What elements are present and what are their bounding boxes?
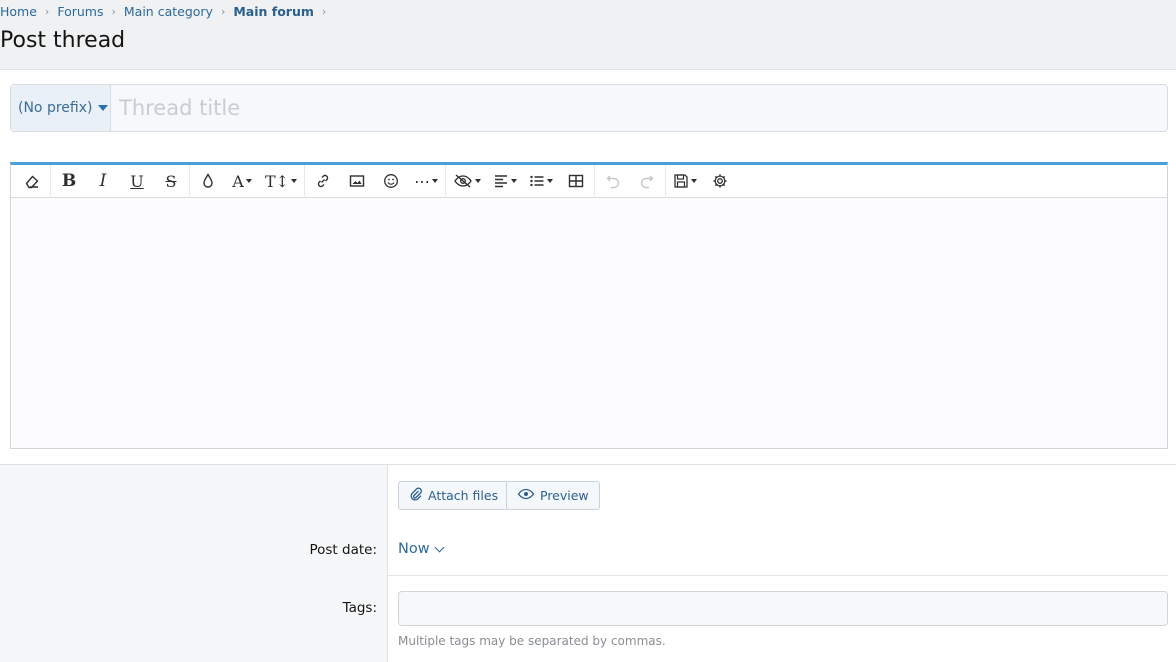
image-icon[interactable]: [343, 168, 371, 194]
droplet-icon[interactable]: [194, 168, 222, 194]
undo-icon[interactable]: [599, 168, 627, 194]
toolbar-divider: [50, 164, 51, 198]
row-divider: [388, 575, 1168, 576]
caret-down-icon: [98, 105, 109, 111]
font-family-icon[interactable]: A: [228, 168, 256, 194]
tags-label: Tags:: [342, 600, 377, 616]
breadcrumb-main-forum[interactable]: Main forum: [233, 4, 314, 19]
tags-input[interactable]: [398, 591, 1168, 626]
paperclip-icon: [409, 487, 423, 505]
post-date-value: Now: [398, 541, 430, 557]
eraser-icon[interactable]: [18, 168, 46, 194]
list-icon[interactable]: [526, 168, 556, 194]
save-icon[interactable]: [670, 168, 700, 194]
ellipsis-icon[interactable]: ⋯: [411, 168, 441, 194]
form-label-column: [0, 465, 388, 662]
toolbar-divider: [665, 164, 667, 198]
editor-content-area[interactable]: [11, 198, 1167, 448]
chevron-down-icon: [434, 542, 445, 552]
gear-icon[interactable]: [706, 168, 734, 194]
thread-title-row: (No prefix): [10, 84, 1168, 132]
bold-icon[interactable]: B: [55, 168, 83, 194]
align-left-icon[interactable]: [490, 168, 520, 194]
strikethrough-icon[interactable]: S: [157, 168, 185, 194]
preview-button[interactable]: Preview: [506, 481, 600, 510]
italic-icon[interactable]: I: [89, 168, 117, 194]
eye-slash-icon[interactable]: [450, 168, 484, 194]
breadcrumb: Home › Forums › Main category › Main for…: [0, 2, 334, 20]
toolbar-divider: [445, 164, 447, 198]
page-title: Post thread: [0, 28, 126, 53]
table-icon[interactable]: [562, 168, 590, 194]
preview-label: Preview: [540, 488, 589, 503]
underline-icon[interactable]: U: [123, 168, 151, 194]
chevron-right-icon: ›: [111, 4, 116, 18]
redo-icon[interactable]: [633, 168, 661, 194]
toolbar-divider: [304, 164, 306, 198]
attach-files-label: Attach files: [428, 488, 499, 503]
post-date-label: Post date:: [309, 542, 377, 558]
breadcrumb-forums[interactable]: Forums: [57, 4, 103, 19]
prefix-label: (No prefix): [18, 100, 93, 116]
tags-hint: Multiple tags may be separated by commas…: [398, 634, 666, 648]
rich-text-editor: B I U S A T↕ ⋯: [10, 162, 1168, 449]
eye-icon: [517, 487, 535, 505]
prefix-dropdown[interactable]: (No prefix): [11, 85, 111, 131]
link-icon[interactable]: [309, 168, 337, 194]
chevron-right-icon: ›: [321, 4, 327, 18]
thread-title-input[interactable]: [111, 85, 1167, 131]
font-size-icon[interactable]: T↕: [262, 168, 300, 194]
attach-files-button[interactable]: Attach files: [398, 481, 510, 510]
editor-toolbar: B I U S A T↕ ⋯: [11, 164, 1167, 198]
smiley-icon[interactable]: [377, 168, 405, 194]
toolbar-divider: [594, 164, 596, 198]
breadcrumb-home[interactable]: Home: [0, 4, 37, 19]
breadcrumb-main-category[interactable]: Main category: [124, 4, 213, 19]
chevron-right-icon: ›: [220, 4, 226, 18]
post-date-dropdown[interactable]: Now: [398, 541, 445, 557]
chevron-right-icon: ›: [44, 4, 50, 18]
toolbar-divider: [189, 164, 190, 198]
